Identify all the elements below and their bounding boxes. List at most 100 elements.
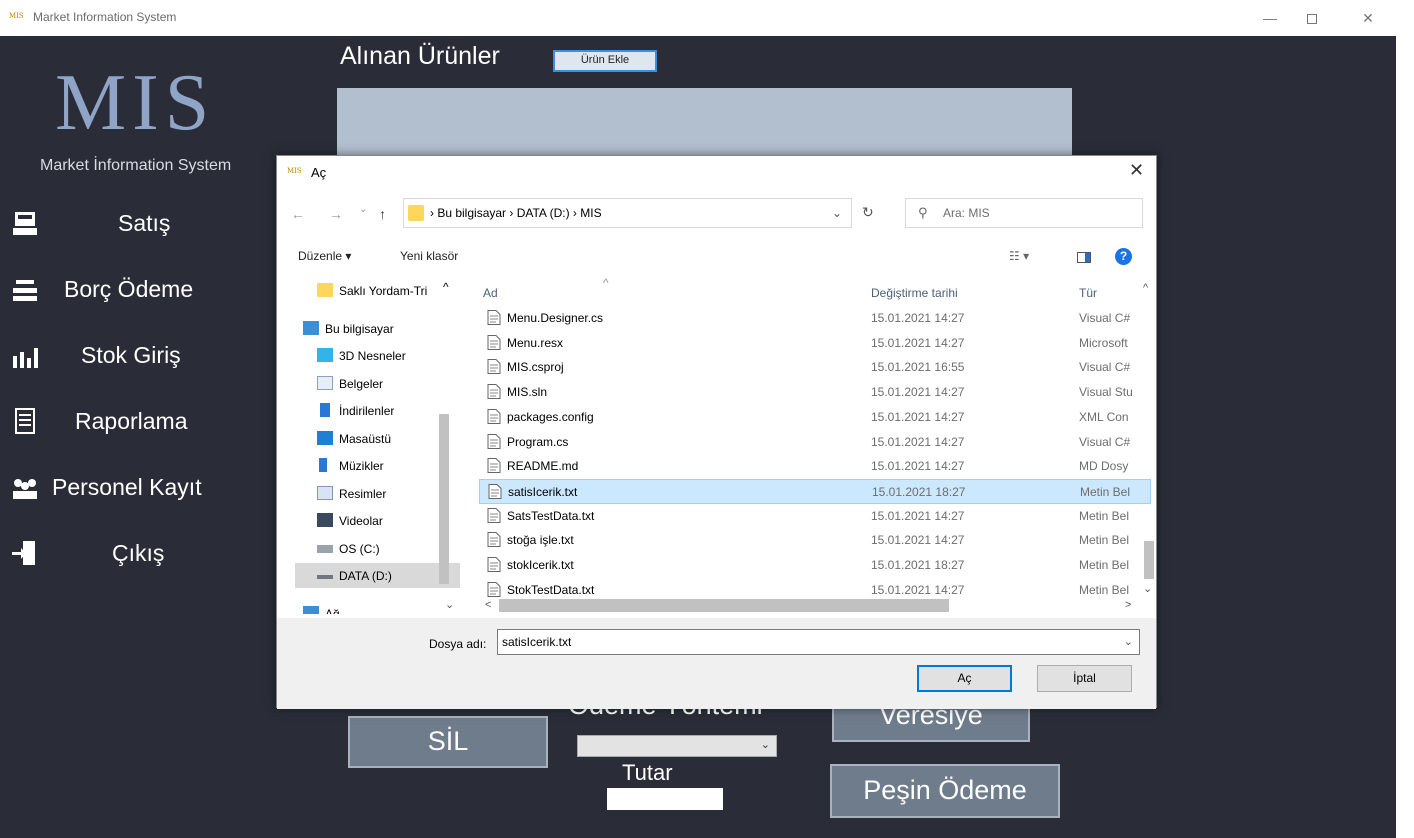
delete-button[interactable]: SİL	[348, 716, 548, 768]
nav-item-label: Belgeler	[339, 377, 384, 391]
drive-icon	[317, 575, 333, 579]
file-row[interactable]: Menu.resx 15.01.2021 14:27 Microsoft	[479, 331, 1151, 356]
nav-cikis-button[interactable]: Çıkış	[0, 530, 270, 578]
back-button[interactable]: ←	[291, 206, 305, 222]
search-icon: ⚲	[918, 205, 928, 220]
minimize-button[interactable]: —	[1250, 6, 1290, 30]
search-input[interactable]: ⚲ Ara: MIS	[905, 198, 1143, 228]
scroll-left-icon[interactable]: <	[485, 599, 491, 611]
file-name: Menu.resx	[507, 335, 564, 350]
file-name: Menu.Designer.cs	[507, 311, 604, 325]
dialog-close-button[interactable]: ✕	[1129, 160, 1144, 181]
nav-item-drive-d[interactable]: DATA (D:)	[295, 563, 460, 588]
nav-item-label: Müzikler	[339, 459, 384, 473]
up-folder-button[interactable]: ↑	[379, 206, 386, 222]
preview-pane-icon[interactable]	[1077, 252, 1091, 263]
organize-button[interactable]: Düzenle ▾	[298, 249, 351, 263]
total-input[interactable]	[607, 788, 723, 810]
nav-stok-giris-label: Stok Giriş	[81, 342, 181, 368]
filename-dropdown-icon[interactable]: ⌄	[1124, 635, 1133, 648]
command-bar: Düzenle ▾ Yeni klasör ☷ ▾ ?	[277, 242, 1156, 270]
nav-item-drive-c[interactable]: OS (C:)	[295, 536, 460, 561]
breadcrumb[interactable]: › Bu bilgisayar › DATA (D:) › MIS	[430, 206, 602, 220]
file-date: 15.01.2021 14:27	[871, 311, 965, 325]
close-window-button[interactable]: ✕	[1348, 6, 1388, 30]
nav-borc-odeme-button[interactable]: Borç Ödeme	[0, 266, 270, 314]
nav-borc-odeme-label: Borç Ödeme	[64, 276, 194, 302]
total-label: Tutar	[622, 760, 673, 785]
nav-scroll-up-icon[interactable]: ^	[443, 280, 449, 294]
file-row[interactable]: MIS.sln 15.01.2021 14:27 Visual Stu	[479, 380, 1151, 405]
nav-item-videos[interactable]: Videolar	[295, 508, 460, 533]
forward-button[interactable]: →	[329, 206, 343, 222]
horizontal-scrollbar-thumb[interactable]	[499, 599, 949, 612]
cancel-button[interactable]: İptal	[1037, 665, 1132, 692]
list-scroll-down-icon[interactable]: ⌄	[1143, 582, 1152, 595]
scroll-right-icon[interactable]: >	[1125, 599, 1131, 611]
cube-icon	[317, 348, 333, 362]
file-row[interactable]: packages.config 15.01.2021 14:27 XML Con	[479, 405, 1151, 430]
network-icon	[303, 606, 319, 614]
nav-item-desktop[interactable]: Masaüstü	[295, 426, 460, 451]
nav-raporlama-button[interactable]: Raporlama	[0, 398, 270, 446]
file-name: stoğa işle.txt	[507, 533, 574, 548]
file-icon	[487, 507, 501, 523]
nav-personel-kayit-button[interactable]: Personel Kayıt	[0, 464, 270, 512]
video-icon	[317, 513, 333, 527]
nav-item-3d-objects[interactable]: 3D Nesneler	[295, 343, 460, 368]
nav-stok-giris-button[interactable]: Stok Giriş	[0, 332, 270, 380]
refresh-icon[interactable]: ↻	[862, 204, 874, 221]
file-type: Metin Bel	[1079, 508, 1130, 523]
nav-item-label: 3D Nesneler	[339, 349, 406, 363]
open-button[interactable]: Aç	[917, 665, 1012, 692]
column-header-date[interactable]: Değiştirme tarihi	[871, 286, 958, 300]
nav-item-downloads[interactable]: İndirilenler	[295, 398, 460, 423]
dialog-footer: Dosya adı: satisIcerik.txt ⌄ Aç İptal	[277, 618, 1156, 709]
list-scrollbar-thumb[interactable]	[1144, 541, 1154, 579]
new-folder-button[interactable]: Yeni klasör	[400, 249, 458, 263]
nav-item-label: Resimler	[339, 487, 387, 501]
documents-icon	[317, 376, 333, 390]
file-row[interactable]: stokIcerik.txt 15.01.2021 18:27 Metin Bel	[479, 553, 1151, 578]
file-date: 15.01.2021 14:27	[871, 434, 965, 449]
view-options-icon[interactable]: ☷ ▾	[1009, 249, 1029, 263]
list-scroll-up-icon[interactable]: ^	[1143, 282, 1148, 294]
nav-satis-label: Satış	[118, 210, 171, 236]
file-row[interactable]: satisIcerik.txt 15.01.2021 18:27 Metin Bel	[479, 478, 1151, 504]
filename-value: satisIcerik.txt	[502, 635, 572, 649]
filename-input[interactable]: satisIcerik.txt ⌄	[497, 629, 1140, 655]
file-row[interactable]: stoğa işle.txt 15.01.2021 14:27 Metin Bel	[479, 528, 1151, 553]
nav-satis-button[interactable]: Satış	[0, 200, 270, 248]
file-date: 15.01.2021 18:27	[872, 484, 966, 499]
add-product-button[interactable]: Ürün Ekle	[553, 50, 657, 72]
file-row[interactable]: MIS.csproj 15.01.2021 16:55 Visual C#	[479, 355, 1151, 380]
address-bar[interactable]: › Bu bilgisayar › DATA (D:) › MIS ⌄	[403, 198, 852, 228]
nav-item-folder[interactable]: Saklı Yordam-Tri ^	[295, 278, 460, 303]
cash-payment-button[interactable]: Peşin Ödeme	[830, 764, 1060, 818]
file-row[interactable]: Menu.Designer.cs 15.01.2021 14:27 Visual C…	[479, 306, 1151, 331]
dialog-app-icon: MIS	[287, 167, 302, 175]
file-name: README.md	[507, 459, 579, 474]
nav-scroll-down-icon[interactable]: ⌄	[445, 598, 454, 611]
file-name: SatsTestData.txt	[507, 508, 595, 523]
column-header-name[interactable]: Ad	[483, 286, 498, 300]
people-icon	[13, 479, 37, 499]
file-row[interactable]: SatsTestData.txt 15.01.2021 14:27 Metin Be…	[479, 504, 1151, 529]
nav-item-pictures[interactable]: Resimler	[295, 481, 460, 506]
nav-item-network[interactable]: Ağ	[295, 598, 460, 614]
column-header-type[interactable]: Tür	[1079, 286, 1097, 300]
file-row[interactable]: Program.cs 15.01.2021 14:27 Visual C#	[479, 430, 1151, 455]
recent-locations-button[interactable]: ⌄	[359, 204, 367, 215]
maximize-button[interactable]	[1292, 6, 1332, 30]
payment-method-select[interactable]: ⌄	[577, 735, 777, 757]
nav-scrollbar-thumb[interactable]	[439, 414, 449, 584]
folder-icon	[408, 205, 424, 221]
file-row[interactable]: README.md 15.01.2021 14:27 MD Dosy	[479, 454, 1151, 479]
nav-item-documents[interactable]: Belgeler	[295, 371, 460, 396]
file-icon	[487, 557, 501, 572]
nav-item-music[interactable]: Müzikler	[295, 453, 460, 478]
nav-personel-kayit-label: Personel Kayıt	[52, 474, 202, 500]
address-dropdown-icon[interactable]: ⌄	[832, 206, 842, 220]
help-icon[interactable]: ?	[1115, 248, 1132, 265]
nav-item-this-pc[interactable]: Bu bilgisayar	[295, 316, 460, 341]
